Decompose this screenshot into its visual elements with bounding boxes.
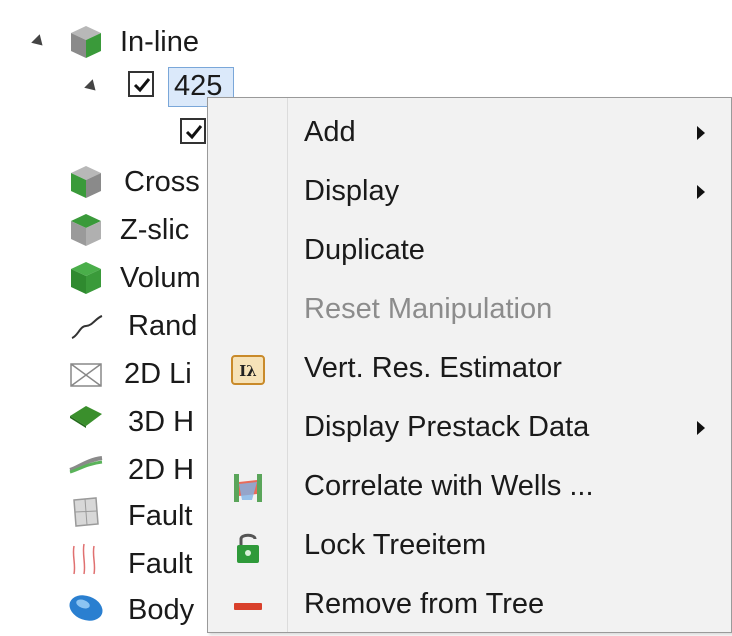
menu-item-display-prestack-data[interactable]: Display Prestack Data <box>208 399 731 457</box>
tree-item[interactable]: 2D H <box>128 444 194 496</box>
menu-item-remove-from-tree[interactable]: Remove from Tree <box>208 576 731 634</box>
menu-item-label: Vert. Res. Estimator <box>304 352 562 384</box>
item-checkbox[interactable] <box>128 71 154 97</box>
tree-item-label: 2D Li <box>124 357 192 390</box>
inline-cube-icon <box>71 26 101 58</box>
item-checkbox[interactable] <box>180 118 206 144</box>
menu-item-duplicate[interactable]: Duplicate <box>208 222 731 280</box>
submenu-arrow-icon <box>697 421 705 435</box>
volume-cube-icon <box>71 262 101 294</box>
tree-item[interactable]: 2D Li <box>124 348 192 400</box>
menu-item-label: Remove from Tree <box>304 588 545 620</box>
tree-item-label: Rand <box>128 309 198 342</box>
submenu-arrow-icon <box>697 126 705 140</box>
tree-item[interactable]: Fault <box>128 538 192 590</box>
remove-icon <box>234 603 262 610</box>
menu-item-correlate-with-wells[interactable]: Correlate with Wells ... <box>208 458 731 516</box>
svg-text:Iλ: Iλ <box>239 362 257 380</box>
tree-item[interactable]: Volum <box>120 252 201 304</box>
menu-item-lock-treeitem[interactable]: Lock Treeitem <box>208 517 731 575</box>
menu-item-label: Add <box>304 116 356 148</box>
tree-item-label: Body <box>128 593 195 626</box>
tree-item-label: Cross <box>124 165 200 198</box>
menu-item-label: Duplicate <box>304 234 425 266</box>
tree-item[interactable]: 3D H <box>128 396 194 448</box>
tree-item[interactable]: Z-slic <box>120 204 189 256</box>
fault-icon <box>73 497 99 527</box>
expand-arrow-icon[interactable] <box>31 34 47 50</box>
tree-item-label: Volum <box>120 261 201 294</box>
vert-res-estimator-icon: Iλ <box>231 355 265 385</box>
tree-item[interactable]: Fault <box>128 490 192 542</box>
tree-item-label: Fault <box>128 547 193 580</box>
lock-icon <box>237 533 259 563</box>
tree-item-label: 3D H <box>128 405 195 438</box>
menu-item-label: Display <box>304 175 400 207</box>
random-line-icon <box>71 315 103 339</box>
menu-item-add[interactable]: Add <box>208 104 731 162</box>
correlate-wells-icon <box>234 474 262 502</box>
2d-horizon-icon <box>69 456 103 474</box>
fault-stickset-icon <box>72 543 96 575</box>
crossline-cube-icon <box>71 166 101 198</box>
submenu-arrow-icon <box>697 185 705 199</box>
tree-item[interactable]: Rand <box>128 300 197 352</box>
tree-item-label: In-line <box>120 25 199 58</box>
menu-item-display[interactable]: Display <box>208 163 731 221</box>
2d-line-icon <box>70 363 102 387</box>
body-icon <box>69 595 103 621</box>
context-menu: Add Display Duplicate Reset Manipulation… <box>207 97 732 633</box>
3d-horizon-icon <box>70 406 102 428</box>
menu-item-label: Reset Manipulation <box>304 293 553 325</box>
menu-item-reset-manipulation[interactable]: Reset Manipulation <box>208 281 731 339</box>
tree-item[interactable]: Body <box>128 584 194 636</box>
tree-item-label: Z-slic <box>120 213 190 246</box>
tree-item[interactable]: Cross <box>124 156 200 208</box>
tree-item-label: Fault <box>128 499 193 532</box>
menu-item-vert-res-estimator[interactable]: Iλ Vert. Res. Estimator <box>208 340 731 398</box>
menu-item-label: Display Prestack Data <box>304 411 590 443</box>
menu-item-label: Correlate with Wells ... <box>304 470 594 502</box>
zslice-cube-icon <box>71 214 101 246</box>
tree-item-label: 2D H <box>128 453 195 486</box>
expand-arrow-icon[interactable] <box>84 79 100 95</box>
menu-item-label: Lock Treeitem <box>304 529 487 561</box>
